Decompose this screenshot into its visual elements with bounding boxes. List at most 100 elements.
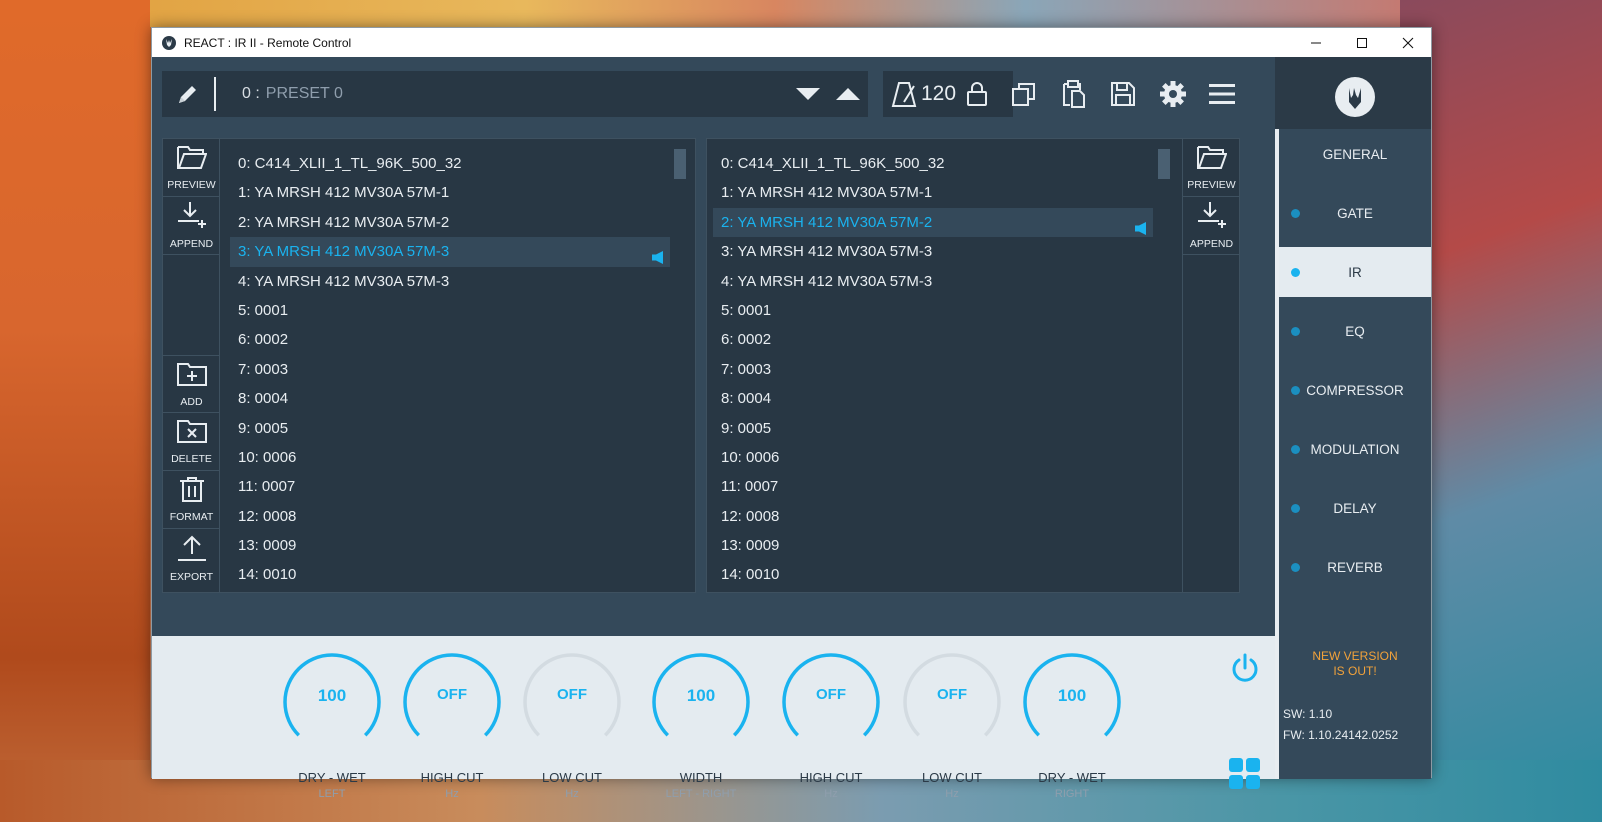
left-scrollbar[interactable]: [674, 149, 686, 179]
list-item[interactable]: 8: 0004: [230, 384, 670, 413]
add-button[interactable]: ADD: [163, 355, 220, 413]
list-item[interactable]: 12: 0008: [713, 502, 1153, 531]
list-item[interactable]: 10: 0006: [230, 443, 670, 472]
tempo-value[interactable]: 120: [921, 82, 956, 106]
list-item[interactable]: 6: 0002: [713, 325, 1153, 354]
preview-button[interactable]: PREVIEW: [163, 139, 220, 197]
tempo-control[interactable]: 120: [883, 71, 1013, 117]
knob-value: OFF: [437, 686, 467, 703]
list-item-label: 3: YA MRSH 412 MV30A 57M-3: [238, 243, 450, 261]
right-ir-list[interactable]: 0: C414_XLII_1_TL_96K_500_32 1: YA MRSH …: [713, 149, 1153, 590]
list-item[interactable]: 6: 0002: [230, 325, 670, 354]
gear-icon[interactable]: [1158, 79, 1188, 109]
grid-view-icon[interactable]: [1229, 758, 1261, 795]
nav-item-eq[interactable]: EQ: [1279, 306, 1431, 356]
metronome-icon[interactable]: [891, 80, 917, 108]
left-ir-list[interactable]: 0: C414_XLII_1_TL_96K_500_32 1: YA MRSH …: [230, 149, 670, 590]
pencil-icon[interactable]: [162, 77, 216, 111]
delete-label: DELETE: [171, 453, 212, 465]
paste-icon[interactable]: [1058, 79, 1088, 109]
maximize-button[interactable]: [1339, 28, 1385, 57]
save-icon[interactable]: [1108, 79, 1138, 109]
nav-item-gate[interactable]: GATE: [1279, 188, 1431, 238]
close-button[interactable]: [1385, 28, 1431, 57]
new-version-link[interactable]: NEW VERSION IS OUT!: [1279, 649, 1431, 679]
preset-up-button[interactable]: [828, 71, 868, 117]
list-item[interactable]: 5: 0001: [713, 296, 1153, 325]
knob-2[interactable]: OFF LOW CUT Hz: [520, 650, 624, 800]
nav-item-reverb[interactable]: REVERB: [1279, 542, 1431, 592]
trash-icon: [179, 476, 205, 507]
list-item[interactable]: 10: 0006: [713, 443, 1153, 472]
add-label: ADD: [180, 395, 203, 408]
list-item[interactable]: 11: 0007: [230, 472, 670, 501]
firmware-version: FW: 1.10.24142.0252: [1283, 728, 1399, 742]
preset-down-button[interactable]: [788, 71, 828, 117]
software-version: SW: 1.10: [1283, 707, 1333, 721]
menu-icon[interactable]: [1207, 79, 1237, 109]
knob-1[interactable]: OFF HIGH CUT Hz: [400, 650, 504, 800]
folder-open-icon: [176, 144, 207, 175]
status-dot: [1291, 563, 1300, 572]
lock-icon[interactable]: [966, 81, 988, 107]
ir-controls: 100 DRY - WET LEFT OFF HIGH CUT Hz OFF LOW CUT H…: [152, 636, 1275, 800]
list-item[interactable]: 1: YA MRSH 412 MV30A 57M-1: [713, 178, 1153, 207]
preset-number: 0 :: [242, 85, 260, 102]
list-item[interactable]: 7: 0003: [230, 355, 670, 384]
preview-button[interactable]: PREVIEW: [1183, 139, 1240, 197]
minimize-button[interactable]: [1293, 28, 1339, 57]
nav-item-modulation[interactable]: MODULATION: [1279, 424, 1431, 474]
append-button[interactable]: APPEND: [163, 197, 220, 255]
knob-5[interactable]: OFF LOW CUT Hz: [900, 650, 1004, 800]
list-item[interactable]: 1: YA MRSH 412 MV30A 57M-1: [230, 178, 670, 207]
list-item-selected[interactable]: 2: YA MRSH 412 MV30A 57M-2: [713, 207, 1153, 238]
knob-value: OFF: [816, 686, 846, 703]
append-label: APPEND: [169, 238, 214, 250]
knob-4[interactable]: OFF HIGH CUT Hz: [779, 650, 883, 800]
export-button[interactable]: EXPORT: [163, 529, 220, 587]
list-item[interactable]: 0: C414_XLII_1_TL_96K_500_32: [230, 149, 670, 178]
list-item[interactable]: 5: 0001: [230, 296, 670, 325]
knob-0[interactable]: 100 DRY - WET LEFT: [280, 650, 384, 800]
list-item[interactable]: 4: YA MRSH 412 MV30A 57M-3: [230, 267, 670, 296]
folder-x-icon: [176, 418, 207, 449]
copy-icon[interactable]: [1009, 79, 1039, 109]
format-label: FORMAT: [169, 511, 214, 523]
list-item[interactable]: 12: 0008: [230, 502, 670, 531]
list-item[interactable]: 14: 0010: [230, 560, 670, 589]
right-scrollbar[interactable]: [1158, 149, 1170, 179]
knob-6[interactable]: 100 DRY - WET RIGHT: [1020, 650, 1124, 800]
list-item[interactable]: 4: YA MRSH 412 MV30A 57M-3: [713, 267, 1153, 296]
list-item[interactable]: 13: 0009: [713, 531, 1153, 560]
append-button[interactable]: APPEND: [1183, 197, 1240, 255]
nav-item-ir[interactable]: IR: [1279, 247, 1431, 297]
list-item[interactable]: 11: 0007: [713, 472, 1153, 501]
right-ir-pane: 0: C414_XLII_1_TL_96K_500_32 1: YA MRSH …: [706, 138, 1240, 593]
toolbar: 0 : PRESET 0 120: [152, 57, 1375, 129]
list-item[interactable]: 3: YA MRSH 412 MV30A 57M-3: [713, 237, 1153, 266]
status-dot: [1291, 209, 1300, 218]
list-item[interactable]: 0: C414_XLII_1_TL_96K_500_32: [713, 149, 1153, 178]
preset-selector[interactable]: 0 : PRESET 0: [162, 71, 868, 117]
title-bar[interactable]: REACT : IR II - Remote Control: [152, 28, 1431, 57]
folder-plus-icon: [176, 361, 207, 392]
list-item[interactable]: 2: YA MRSH 412 MV30A 57M-2: [230, 208, 670, 237]
power-icon[interactable]: [1229, 652, 1261, 689]
nav-item-delay[interactable]: DELAY: [1279, 483, 1431, 533]
brand-logo-icon[interactable]: [1335, 77, 1375, 117]
preset-name[interactable]: PRESET 0: [266, 85, 788, 103]
list-item[interactable]: 13: 0009: [230, 531, 670, 560]
upload-icon: [177, 534, 207, 567]
list-item[interactable]: 9: 0005: [713, 414, 1153, 443]
list-item[interactable]: 14: 0010: [713, 560, 1153, 589]
nav-item-compressor[interactable]: COMPRESSOR: [1279, 365, 1431, 415]
list-item-label: 2: YA MRSH 412 MV30A 57M-2: [721, 213, 933, 231]
knob-3[interactable]: 100 WIDTH LEFT - RIGHT: [649, 650, 753, 800]
delete-button[interactable]: DELETE: [163, 413, 220, 471]
list-item[interactable]: 9: 0005: [230, 414, 670, 443]
list-item-selected[interactable]: 3: YA MRSH 412 MV30A 57M-3: [230, 237, 670, 267]
format-button[interactable]: FORMAT: [163, 471, 220, 529]
list-item[interactable]: 8: 0004: [713, 384, 1153, 413]
nav-item-general[interactable]: GENERAL: [1279, 129, 1431, 179]
list-item[interactable]: 7: 0003: [713, 355, 1153, 384]
